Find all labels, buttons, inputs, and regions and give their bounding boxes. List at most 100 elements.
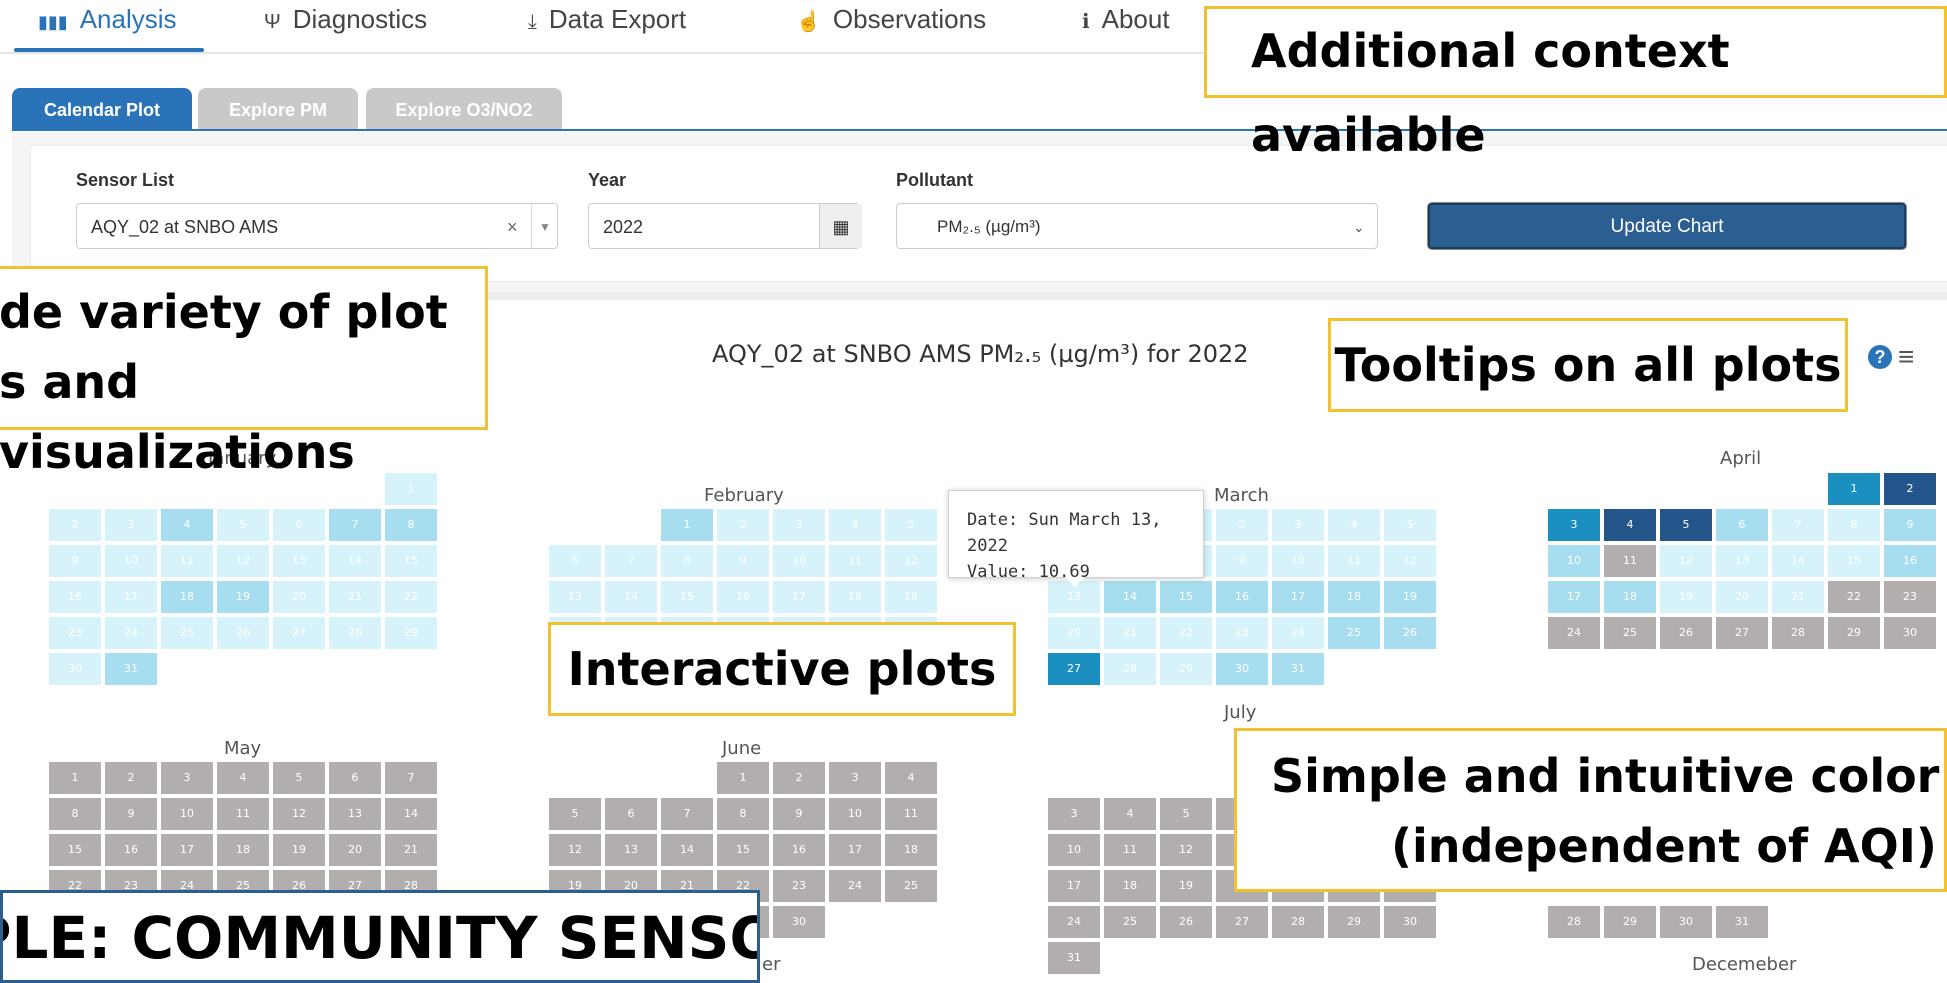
calendar-cell-may[interactable]: 10 [161, 798, 213, 830]
calendar-cell-july[interactable]: 27 [1216, 906, 1268, 938]
calendar-cell-january[interactable]: 13 [273, 545, 325, 577]
calendar-cell-april[interactable]: 1 [1828, 473, 1880, 505]
calendar-cell-february[interactable]: 17 [773, 581, 825, 613]
calendar-cell-june[interactable]: 7 [661, 798, 713, 830]
calendar-cell-january[interactable]: 21 [329, 581, 381, 613]
calendar-cell-april[interactable]: 2 [1884, 473, 1936, 505]
calendar-cell-january[interactable]: 23 [49, 617, 101, 649]
calendar-cell-february[interactable]: 15 [661, 581, 713, 613]
calendar-cell-january[interactable]: 29 [385, 617, 437, 649]
calendar-cell-june[interactable]: 23 [773, 870, 825, 902]
calendar-cell-january[interactable]: 9 [49, 545, 101, 577]
nav-analysis[interactable]: ▮▮▮ Analysis [38, 0, 177, 40]
clear-icon[interactable]: × [507, 204, 518, 250]
calendar-cell-march[interactable]: 2 [1216, 509, 1268, 541]
calendar-cell-april[interactable]: 29 [1828, 617, 1880, 649]
calendar-cell-april[interactable]: 20 [1716, 581, 1768, 613]
calendar-cell-march[interactable]: 15 [1160, 581, 1212, 613]
calendar-cell-july[interactable]: 4 [1104, 798, 1156, 830]
calendar-cell-august[interactable]: 30 [1660, 906, 1712, 938]
calendar-cell-june[interactable]: 13 [605, 834, 657, 866]
calendar-cell-june[interactable]: 14 [661, 834, 713, 866]
year-input[interactable]: 2022 ▦ [588, 203, 862, 249]
calendar-cell-may[interactable]: 15 [49, 834, 101, 866]
calendar-cell-may[interactable]: 19 [273, 834, 325, 866]
calendar-cell-march[interactable]: 10 [1272, 545, 1324, 577]
chart-menu-icon[interactable]: ≡ [1898, 343, 1914, 371]
calendar-cell-june[interactable]: 24 [829, 870, 881, 902]
calendar-cell-january[interactable]: 10 [105, 545, 157, 577]
update-chart-button[interactable]: Update Chart [1428, 203, 1906, 249]
calendar-cell-july[interactable]: 26 [1160, 906, 1212, 938]
calendar-cell-april[interactable]: 17 [1548, 581, 1600, 613]
calendar-cell-january[interactable]: 20 [273, 581, 325, 613]
calendar-cell-may[interactable]: 17 [161, 834, 213, 866]
calendar-cell-april[interactable]: 11 [1604, 545, 1656, 577]
calendar-cell-july[interactable]: 12 [1160, 834, 1212, 866]
help-icon[interactable]: ? [1868, 345, 1892, 369]
calendar-cell-february[interactable]: 7 [605, 545, 657, 577]
calendar-cell-january[interactable]: 7 [329, 509, 381, 541]
calendar-cell-july[interactable]: 31 [1048, 942, 1100, 974]
calendar-cell-may[interactable]: 9 [105, 798, 157, 830]
calendar-cell-april[interactable]: 10 [1548, 545, 1600, 577]
calendar-cell-may[interactable]: 5 [273, 762, 325, 794]
calendar-cell-may[interactable]: 7 [385, 762, 437, 794]
calendar-cell-january[interactable]: 5 [217, 509, 269, 541]
calendar-cell-june[interactable]: 5 [549, 798, 601, 830]
calendar-cell-may[interactable]: 3 [161, 762, 213, 794]
calendar-cell-june[interactable]: 1 [717, 762, 769, 794]
calendar-cell-february[interactable]: 16 [717, 581, 769, 613]
calendar-cell-june[interactable]: 4 [885, 762, 937, 794]
calendar-cell-march[interactable]: 11 [1328, 545, 1380, 577]
calendar-cell-january[interactable]: 4 [161, 509, 213, 541]
calendar-cell-june[interactable]: 10 [829, 798, 881, 830]
calendar-cell-may[interactable]: 2 [105, 762, 157, 794]
calendar-cell-january[interactable]: 12 [217, 545, 269, 577]
calendar-cell-april[interactable]: 3 [1548, 509, 1600, 541]
calendar-cell-july[interactable]: 25 [1104, 906, 1156, 938]
calendar-cell-march[interactable]: 18 [1328, 581, 1380, 613]
calendar-cell-april[interactable]: 27 [1716, 617, 1768, 649]
calendar-cell-july[interactable]: 5 [1160, 798, 1212, 830]
calendar-cell-january[interactable]: 31 [105, 653, 157, 685]
calendar-cell-may[interactable]: 6 [329, 762, 381, 794]
calendar-cell-february[interactable]: 19 [885, 581, 937, 613]
calendar-cell-february[interactable]: 18 [829, 581, 881, 613]
calendar-cell-august[interactable]: 28 [1548, 906, 1600, 938]
calendar-cell-february[interactable]: 5 [885, 509, 937, 541]
calendar-cell-july[interactable]: 17 [1048, 870, 1100, 902]
calendar-cell-june[interactable]: 18 [885, 834, 937, 866]
calendar-cell-january[interactable]: 18 [161, 581, 213, 613]
calendar-cell-may[interactable]: 12 [273, 798, 325, 830]
calendar-cell-july[interactable]: 30 [1384, 906, 1436, 938]
calendar-cell-march[interactable]: 25 [1328, 617, 1380, 649]
calendar-cell-february[interactable]: 2 [717, 509, 769, 541]
calendar-cell-april[interactable]: 8 [1828, 509, 1880, 541]
calendar-cell-june[interactable]: 25 [885, 870, 937, 902]
calendar-cell-february[interactable]: 13 [549, 581, 601, 613]
calendar-cell-may[interactable]: 1 [49, 762, 101, 794]
calendar-cell-april[interactable]: 16 [1884, 545, 1936, 577]
calendar-cell-march[interactable]: 19 [1384, 581, 1436, 613]
calendar-cell-january[interactable]: 14 [329, 545, 381, 577]
calendar-cell-april[interactable]: 9 [1884, 509, 1936, 541]
calendar-cell-april[interactable]: 24 [1548, 617, 1600, 649]
calendar-cell-april[interactable]: 28 [1772, 617, 1824, 649]
calendar-cell-july[interactable]: 29 [1328, 906, 1380, 938]
calendar-cell-july[interactable]: 24 [1048, 906, 1100, 938]
calendar-cell-may[interactable]: 21 [385, 834, 437, 866]
calendar-cell-january[interactable]: 17 [105, 581, 157, 613]
calendar-cell-february[interactable]: 10 [773, 545, 825, 577]
calendar-cell-march[interactable]: 14 [1104, 581, 1156, 613]
calendar-cell-april[interactable]: 7 [1772, 509, 1824, 541]
calendar-cell-march[interactable]: 20 [1048, 617, 1100, 649]
subtab-explore-pm[interactable]: Explore PM [198, 88, 358, 130]
calendar-cell-march[interactable]: 12 [1384, 545, 1436, 577]
calendar-cell-march[interactable]: 21 [1104, 617, 1156, 649]
calendar-cell-june[interactable]: 16 [773, 834, 825, 866]
calendar-cell-february[interactable]: 14 [605, 581, 657, 613]
calendar-cell-june[interactable]: 11 [885, 798, 937, 830]
calendar-cell-april[interactable]: 6 [1716, 509, 1768, 541]
calendar-cell-march[interactable]: 17 [1272, 581, 1324, 613]
